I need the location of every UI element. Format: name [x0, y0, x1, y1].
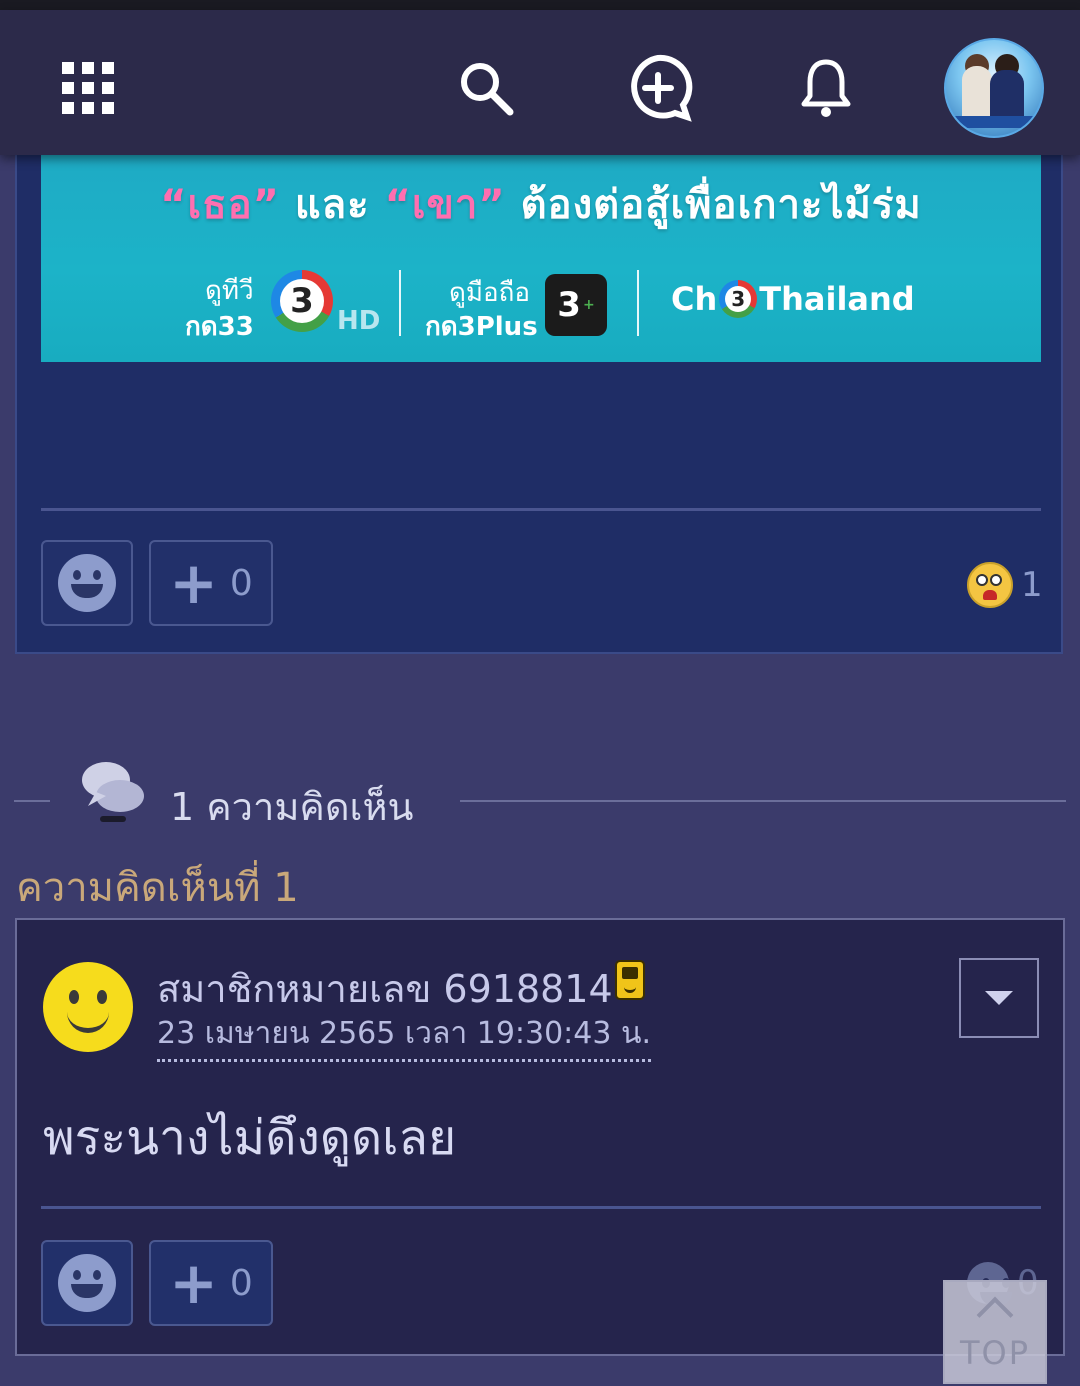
chevron-down-icon [985, 991, 1013, 1005]
section-line-left [14, 800, 50, 802]
plus-icon: + [169, 549, 218, 617]
channel3-mini-logo-icon: 3 [719, 280, 758, 318]
new-post-icon[interactable] [622, 52, 694, 124]
member-badge-icon [615, 960, 645, 1000]
banner-channel-row: ดูทีวี กด33 3 HD ดูมือถือ กด3Plus 3 + Ch … [41, 260, 1041, 342]
section-line-right [460, 800, 1066, 802]
post-reaction-count: 1 [1021, 565, 1043, 605]
comment-plus-count: 0 [229, 1262, 253, 1304]
profile-avatar[interactable] [944, 38, 1044, 138]
promo-banner-image: “เธอ” และ “เขา” ต้องต่อสู้เพื่อเกาะไม้ร่… [41, 132, 1041, 362]
search-icon[interactable] [450, 52, 522, 124]
smile-emotion-icon [58, 554, 116, 612]
3plus-app-icon: 3 + [545, 274, 607, 336]
banner-headline-and: และ [279, 182, 385, 228]
banner-headline-rest: ต้องต่อสู้เพื่อเกาะไม้ร่ม [505, 182, 922, 228]
banner-separator [637, 270, 639, 336]
tv-label-bottom: กด33 [185, 312, 254, 342]
comment-body-text: พระนางไม่ดึงดูดเลย [43, 1110, 457, 1166]
post-reaction-summary[interactable]: 1 [967, 562, 1043, 608]
comment-timestamp[interactable]: 23 เมษายน 2565 เวลา 19:30:43 น. [157, 1010, 652, 1062]
user-avatar-smiley-icon[interactable] [43, 962, 133, 1052]
comment-divider [41, 1206, 1041, 1209]
plus-icon: + [169, 1249, 218, 1317]
post-card: “เธอ” และ “เขา” ต้องต่อสู้เพื่อเกาะไม้ร่… [15, 130, 1063, 654]
top-button-label: TOP [959, 1334, 1031, 1372]
comment-card: สมาชิกหมายเลข 6918814 23 เมษายน 2565 เวล… [15, 918, 1065, 1356]
comments-chat-icon [78, 756, 148, 828]
banner-headline-her: “เธอ” [160, 182, 280, 228]
status-strip [0, 0, 1080, 10]
comment-emotion-button[interactable] [41, 1240, 133, 1326]
smile-emotion-icon [58, 1254, 116, 1312]
top-navbar [0, 10, 1080, 155]
post-divider [41, 508, 1041, 511]
shocked-emotion-icon [967, 562, 1013, 608]
grid-menu-icon[interactable] [52, 52, 124, 124]
scroll-to-top-button[interactable]: TOP [943, 1280, 1047, 1384]
bell-icon[interactable] [790, 52, 862, 124]
ch3thailand-logo: Ch 3 Thailand [671, 280, 915, 318]
comment-options-dropdown[interactable] [959, 958, 1039, 1038]
banner-separator [399, 270, 401, 336]
banner-headline: “เธอ” และ “เขา” ต้องต่อสู้เพื่อเกาะไม้ร่… [41, 172, 1041, 236]
tv-label-top: ดูทีวี [205, 276, 254, 306]
comment-number-label: ความคิดเห็นที่ 1 [16, 865, 299, 911]
tv-hd-label: HD [337, 306, 381, 336]
comment-count-title: 1 ความคิดเห็น [170, 785, 414, 829]
post-emotion-button[interactable] [41, 540, 133, 626]
post-plus-vote-button[interactable]: + 0 [149, 540, 273, 626]
comment-plus-vote-button[interactable]: + 0 [149, 1240, 273, 1326]
banner-headline-him: “เขา” [384, 182, 506, 228]
chevron-up-icon [976, 1296, 1014, 1334]
channel3-logo-icon: 3 [271, 270, 333, 332]
post-plus-count: 0 [229, 562, 253, 604]
mobile-label-bottom: กด3Plus [425, 312, 538, 342]
